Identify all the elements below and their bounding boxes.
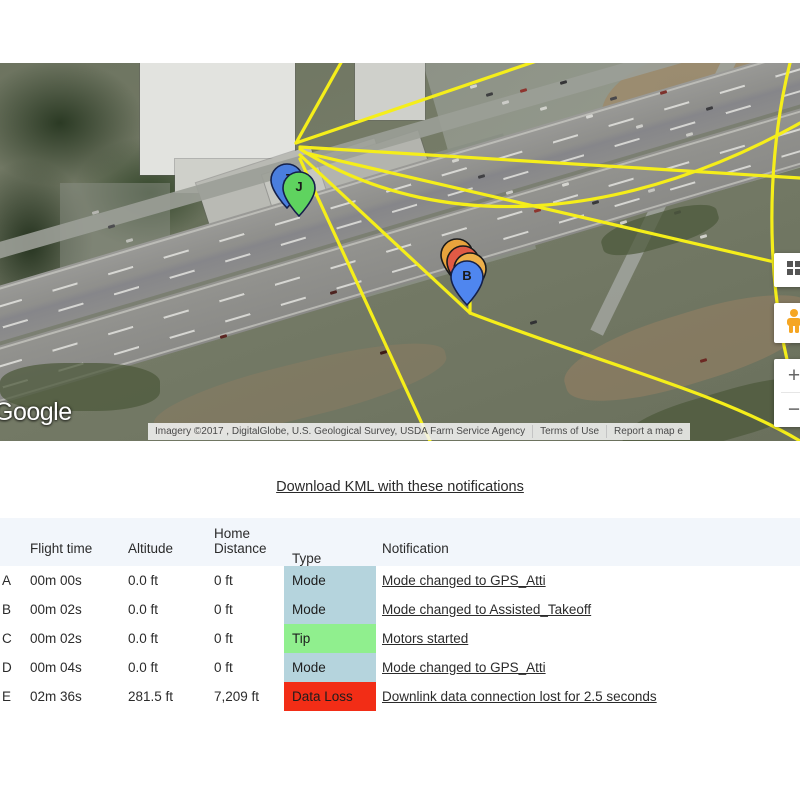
column-header-flight-time: Flight time [24,518,122,567]
imagery-attribution: Imagery ©2017 , DigitalGlobe, U.S. Geolo… [155,426,526,437]
cell-home-distance: 0 ft [208,595,284,625]
cell-flight-time: 02m 36s [24,682,122,712]
cell-home-distance: 0 ft [208,653,284,683]
cell-flight-time: 00m 02s [24,595,122,625]
column-header-notification: Notification [376,518,800,567]
table-row: E 02m 36s 281.5 ft 7,209 ft Data Loss Downlin… [0,682,800,712]
type-badge: Data Loss [284,682,376,712]
table-row: B 00m 02s 0.0 ft 0 ft Mode Mode changed to As… [0,595,800,625]
satellite-map[interactable]: J J B + − Google Imagery ©2017 , Digital… [0,63,800,441]
row-letter: D [0,653,24,683]
row-letter: C [0,624,24,654]
cell-notification: Mode changed to GPS_Atti [376,566,800,596]
zoom-controls[interactable]: + − [774,359,800,427]
row-letter: A [0,566,24,596]
notifications-table: Flight time Altitude Home Distance Type … [0,518,800,712]
cell-flight-time: 00m 02s [24,624,122,654]
map-type-button[interactable] [774,253,800,287]
cell-type: Mode [284,595,376,625]
pegman-icon [784,308,800,339]
home-distance-line1: Home [214,526,251,541]
cell-altitude: 0.0 ft [122,595,208,625]
report-map-error-link[interactable]: Report a map e [607,426,690,437]
notification-link[interactable]: Mode changed to Assisted_Takeoff [382,602,591,617]
type-badge: Mode [284,653,376,683]
column-header-altitude: Altitude [122,518,208,567]
table-row: C 00m 02s 0.0 ft 0 ft Tip Motors started [0,624,800,654]
notification-link[interactable]: Mode changed to GPS_Atti [382,573,546,588]
cell-notification: Downlink data connection lost for 2.5 se… [376,682,800,712]
zoom-out-button[interactable]: − [774,393,800,426]
zoom-in-button[interactable]: + [774,359,800,392]
row-letter: E [0,682,24,712]
type-badge: Mode [284,595,376,625]
cell-home-distance: 0 ft [208,624,284,654]
map-attribution-bar: Imagery ©2017 , DigitalGlobe, U.S. Geolo… [148,423,690,440]
cell-notification: Motors started [376,624,800,654]
notification-link[interactable]: Motors started [382,631,468,646]
row-letter: B [0,595,24,625]
building-footprint [355,63,425,120]
notification-link[interactable]: Downlink data connection lost for 2.5 se… [382,689,657,704]
type-badge: Mode [284,566,376,596]
table-header: Flight time Altitude Home Distance Type … [0,518,800,567]
terms-of-use-link[interactable]: Terms of Use [533,426,606,437]
cell-altitude: 0.0 ft [122,566,208,596]
column-header-letter [0,518,24,567]
cell-type: Tip [284,624,376,654]
table-body: A 00m 00s 0.0 ft 0 ft Mode Mode changed to GP… [0,566,800,712]
column-header-type: Type [284,518,376,567]
map-type-icon [786,260,800,281]
table-header-row: Flight time Altitude Home Distance Type … [0,518,800,567]
cell-altitude: 0.0 ft [122,624,208,654]
google-logo: Google [0,398,72,426]
table-row: D 00m 04s 0.0 ft 0 ft Mode Mode changed to GP… [0,653,800,683]
street-view-pegman-button[interactable] [774,303,800,343]
cell-altitude: 0.0 ft [122,653,208,683]
column-header-home-distance: Home Distance [208,518,284,567]
cell-type: Mode [284,566,376,596]
cell-flight-time: 00m 00s [24,566,122,596]
type-badge: Tip [284,624,376,654]
cell-type: Data Loss [284,682,376,712]
cell-notification: Mode changed to Assisted_Takeoff [376,595,800,625]
cell-type: Mode [284,653,376,683]
cell-notification: Mode changed to GPS_Atti [376,653,800,683]
cell-home-distance: 0 ft [208,566,284,596]
table-row: A 00m 00s 0.0 ft 0 ft Mode Mode changed to GP… [0,566,800,596]
cell-home-distance: 7,209 ft [208,682,284,712]
home-distance-line2: Distance [214,541,267,557]
download-kml-link[interactable]: Download KML with these notifications [276,479,524,495]
kml-link-row: Download KML with these notifications [0,478,800,496]
notification-link[interactable]: Mode changed to GPS_Atti [382,660,546,675]
cell-flight-time: 00m 04s [24,653,122,683]
cell-altitude: 281.5 ft [122,682,208,712]
